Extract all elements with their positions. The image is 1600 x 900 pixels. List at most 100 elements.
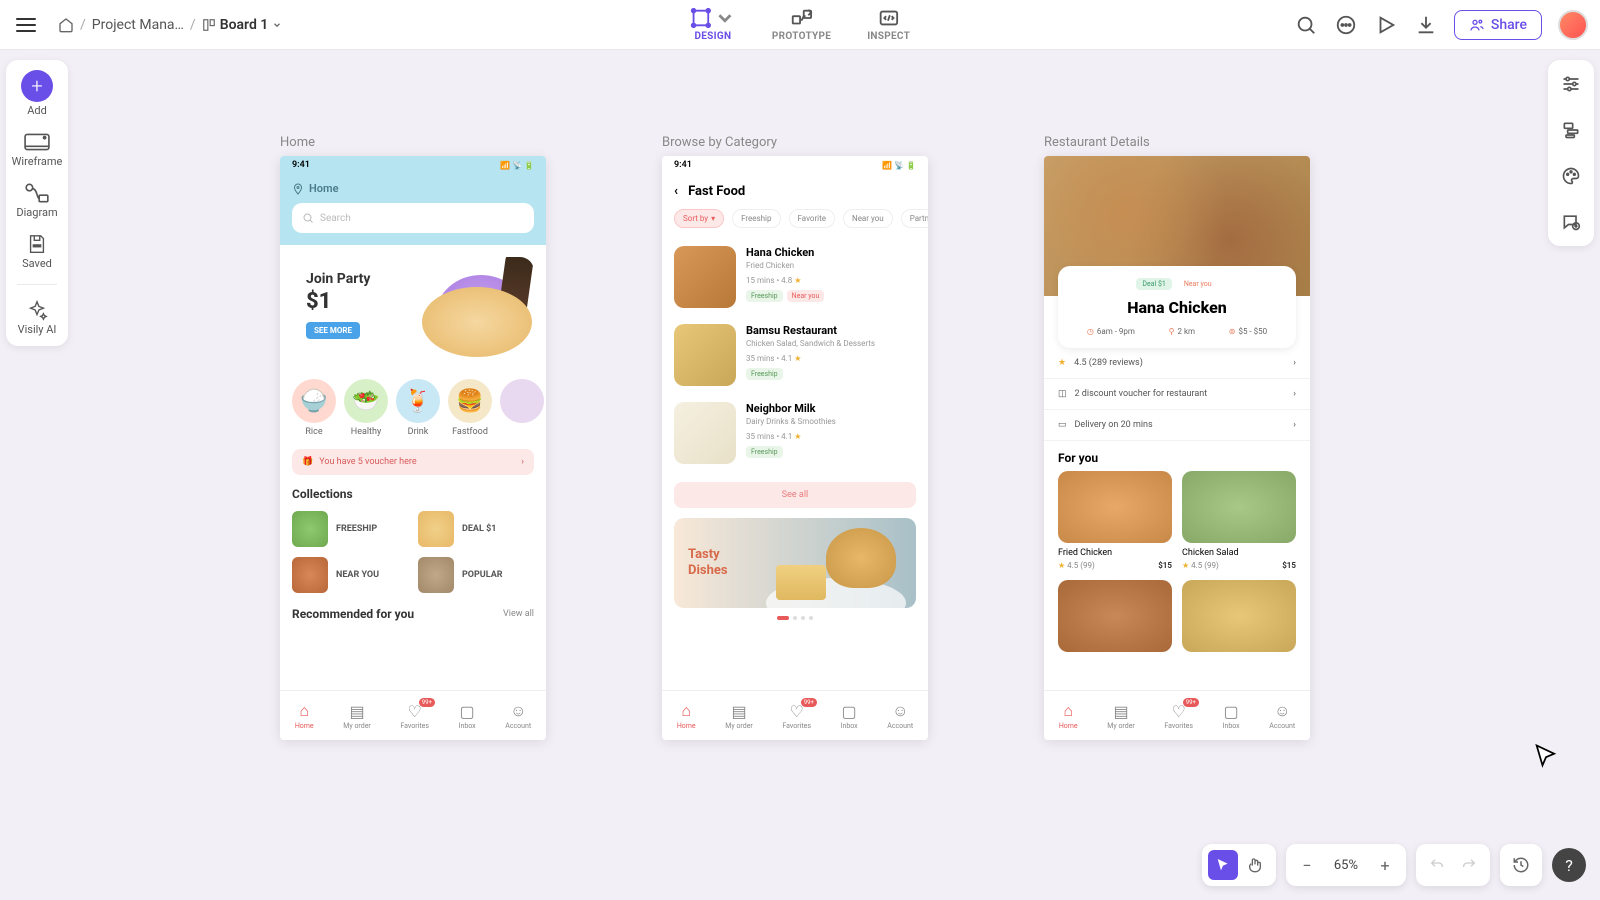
restaurant-name: Hana Chicken (746, 246, 916, 259)
price: $15 (1282, 561, 1296, 570)
drink-icon: 🍹 (396, 379, 440, 423)
coll-img (418, 557, 454, 593)
nav-favorites: ♡99+Favorites (782, 702, 811, 730)
nav-home: ⌂Home (295, 701, 314, 730)
sliders-icon (1561, 74, 1581, 94)
breadcrumb-board-dropdown[interactable]: Board 1 (202, 17, 283, 33)
cat-label: Drink (408, 427, 429, 437)
download-button[interactable] (1414, 13, 1438, 37)
tab-prototype[interactable]: PROTOTYPE (772, 7, 831, 42)
undo-button[interactable] (1422, 850, 1452, 880)
restaurant-item: Hana ChickenFried Chicken15 mins • 4.8 ★… (662, 238, 928, 316)
bottom-nav: ⌂Home ▤My order ♡99+Favorites ▢Inbox ☺Ac… (1044, 690, 1310, 740)
user-avatar[interactable] (1558, 10, 1588, 40)
category-healthy: 🥗Healthy (344, 379, 388, 437)
frame-details[interactable]: Restaurant Details Deal $1Near you Hana … (1044, 135, 1310, 740)
distance: ⚲2 km (1169, 327, 1195, 336)
pointer-tool[interactable] (1208, 850, 1238, 880)
layers-button[interactable] (1559, 118, 1583, 142)
ai-label: Visily AI (18, 323, 57, 336)
hamburger-menu-icon[interactable] (12, 11, 40, 39)
collections-grid: FREESHIP DEAL $1 NEAR YOU POPULAR (280, 501, 546, 603)
nav-label: Home (295, 722, 314, 730)
frame-home[interactable]: Home 9:41📶 📡 🔋 Home Search Join Party $1… (280, 135, 546, 740)
distance-text: 2 km (1177, 327, 1195, 336)
share-button[interactable]: Share (1454, 10, 1542, 40)
nav-account: ☺Account (1269, 701, 1295, 730)
cat-label: Rice (305, 427, 322, 437)
saved-tool[interactable]: Saved (22, 233, 52, 270)
frame-browse[interactable]: Browse by Category 9:41📶 📡 🔋 ‹Fast Food … (662, 135, 928, 740)
nav-label: Account (887, 722, 913, 730)
back-icon: ‹ (674, 184, 678, 199)
collections-title: Collections (280, 487, 546, 501)
restaurant-name: Neighbor Milk (746, 402, 916, 415)
diagram-icon (24, 182, 50, 204)
add-tool[interactable]: +Add (21, 70, 53, 117)
dish-img (1058, 580, 1172, 652)
status-time: 9:41 (674, 160, 692, 170)
promo-banner: TastyDishes (674, 518, 916, 608)
cat-label: Fastfood (452, 427, 488, 437)
filter-chips: Sort by▾ Freeship Favorite Near you Part… (662, 209, 928, 238)
chip-favorite: Favorite (789, 209, 835, 228)
home-icon: ⌂ (299, 701, 309, 721)
view-all-link: View all (503, 609, 534, 619)
breadcrumb-project[interactable]: Project Mana… (92, 17, 184, 33)
sliders-button[interactable] (1559, 72, 1583, 96)
ai-tool[interactable]: Visily AI (18, 299, 57, 336)
category-drink: 🍹 Drink (396, 379, 440, 437)
help-button[interactable]: ? (1552, 848, 1586, 882)
zoom-in-button[interactable]: + (1370, 850, 1400, 880)
history-group (1500, 844, 1542, 886)
frame-label: Home (280, 135, 546, 150)
order-icon: ▤ (1113, 702, 1128, 721)
hand-tool[interactable] (1240, 850, 1270, 880)
tab-design[interactable]: DESIGN (690, 7, 736, 42)
dot (809, 616, 813, 620)
phone-mockup-browse: 9:41📶 📡 🔋 ‹Fast Food Sort by▾ Freeship F… (662, 156, 928, 740)
zoom-value[interactable]: 65% (1324, 858, 1368, 873)
chat-icon: ▢ (842, 702, 857, 721)
mode-switcher: DESIGN PROTOTYPE INSPECT (690, 7, 910, 42)
breadcrumb-home[interactable] (58, 17, 74, 33)
diagram-tool[interactable]: Diagram (16, 182, 57, 219)
pin-icon (292, 183, 304, 195)
collection-deal: DEAL $1 (418, 511, 534, 547)
redo-button[interactable] (1454, 850, 1484, 880)
pointer-icon (1215, 857, 1231, 873)
nav-label: My order (725, 722, 753, 730)
undo-icon (1429, 857, 1445, 873)
nav-label: Home (1059, 722, 1078, 730)
nav-favorites: ♡99+Favorites (400, 702, 429, 730)
coll-label: POPULAR (462, 570, 503, 580)
play-button[interactable] (1374, 13, 1398, 37)
burger-img (826, 528, 896, 588)
sparkle-icon (26, 299, 48, 321)
theme-button[interactable] (1559, 164, 1583, 188)
search-button[interactable] (1294, 13, 1318, 37)
dot (793, 616, 797, 620)
star-icon: ★ (794, 354, 801, 363)
design-canvas[interactable]: Home 9:41📶 📡 🔋 Home Search Join Party $1… (80, 60, 1540, 840)
tab-inspect[interactable]: INSPECT (867, 7, 910, 42)
coll-label: FREESHIP (336, 524, 377, 534)
search-input: Search (292, 203, 534, 233)
price-icon: ⊚ (1229, 327, 1236, 336)
rating-row: ★4.5 (289 reviews)› (1044, 348, 1310, 379)
zoom-out-button[interactable]: − (1292, 850, 1322, 880)
promo-title: Join Party (306, 271, 424, 287)
nav-order: ▤My order (343, 702, 371, 730)
board-icon (202, 18, 216, 32)
hours-text: 6am - 9pm (1097, 327, 1135, 336)
wireframe-tool[interactable]: Wireframe (12, 131, 63, 168)
comments-button[interactable] (1334, 13, 1358, 37)
status-bar: 9:41📶 📡 🔋 (662, 156, 928, 174)
settings-comment-button[interactable] (1559, 210, 1583, 234)
restaurant-meta: 35 mins • 4.1 (746, 354, 792, 363)
phone-mockup-details: Deal $1Near you Hana Chicken ◷6am - 9pm … (1044, 156, 1310, 740)
coll-img (292, 557, 328, 593)
people-icon (1469, 17, 1485, 33)
nav-order: ▤My order (725, 702, 753, 730)
history-button[interactable] (1506, 850, 1536, 880)
